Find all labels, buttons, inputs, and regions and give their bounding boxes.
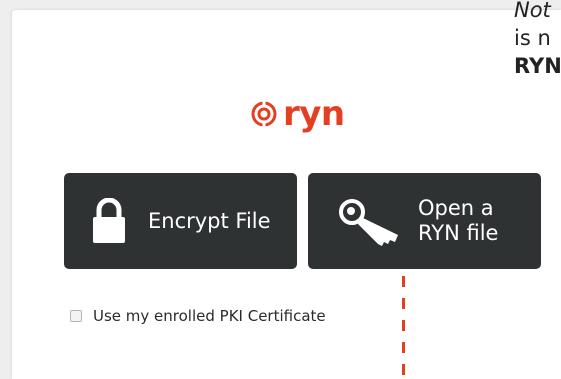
ring-target-icon <box>251 100 277 128</box>
logo-text: ryn <box>283 94 345 134</box>
lock-icon <box>93 198 125 243</box>
open-ryn-file-label: Open a RYN file <box>418 196 528 246</box>
pki-option[interactable]: Use my enrolled PKI Certificate <box>70 307 326 325</box>
encrypt-file-label: Encrypt File <box>148 208 271 233</box>
key-icon <box>339 199 398 246</box>
dashed-divider <box>402 276 405 379</box>
side-note: Not is n RYN <box>514 0 561 80</box>
main-card: ryn Encrypt File Open a RYN file Use my … <box>12 10 561 379</box>
ryn-logo: ryn <box>250 97 370 131</box>
pki-checkbox-label: Use my enrolled PKI Certificate <box>93 307 326 325</box>
encrypt-file-button[interactable]: Encrypt File <box>64 173 297 269</box>
side-note-line1: Not <box>514 0 551 22</box>
open-ryn-file-button[interactable]: Open a RYN file <box>308 173 541 269</box>
side-note-line3: RYN <box>514 54 561 78</box>
open-label-line1: Open a <box>418 196 494 220</box>
open-label-line2: RYN file <box>418 221 499 245</box>
pki-checkbox[interactable] <box>70 310 82 322</box>
side-note-line2: is n <box>514 26 551 50</box>
